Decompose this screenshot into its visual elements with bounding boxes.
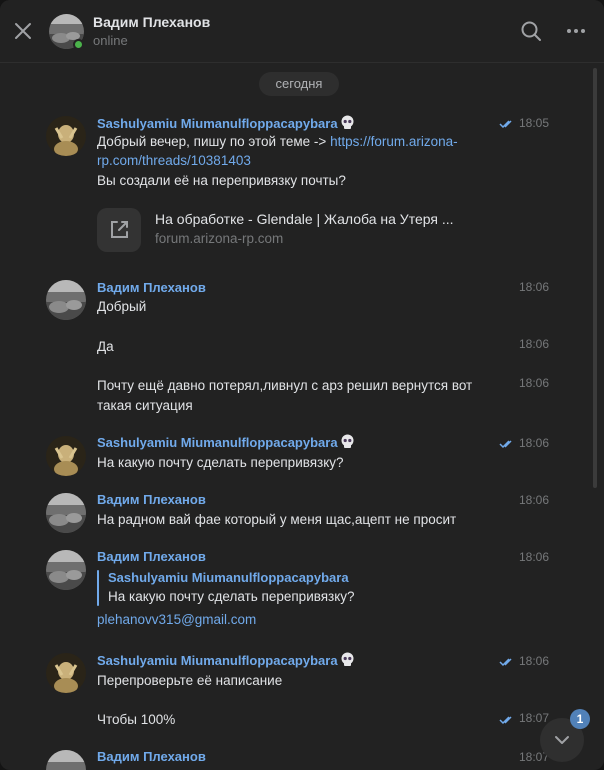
chat-header: Вадим Плеханов online (0, 0, 604, 63)
message-author[interactable]: Вадим Плеханов (97, 749, 206, 764)
message-text: Почту ещё давно потерял,ливнул с арз реш… (97, 378, 473, 393)
message-item: 18:06 Почту ещё давно потерял,ливнул с а… (0, 376, 604, 416)
link-preview-domain: forum.arizona-rp.com (155, 231, 284, 246)
avatar[interactable] (46, 653, 86, 693)
message-text-prefix: Добрый вечер, пишу по этой теме -> (97, 134, 331, 149)
message-group: Вадим Плеханов 18:07 (0, 748, 604, 770)
chat-title[interactable]: Вадим Плеханов (93, 14, 210, 30)
message-link[interactable]: https://forum.arizona- (330, 134, 458, 149)
read-status-icon (499, 440, 512, 449)
message-group: Вадим Плеханов 18:06 Sashulyamiu Miumanu… (0, 548, 604, 638)
avatar[interactable] (46, 550, 86, 590)
message-item: 18:06 Да (0, 337, 604, 357)
chat-status: online (93, 33, 128, 48)
message-link-continued[interactable]: rp.com/threads/10381403 (97, 151, 251, 171)
unread-count-badge: 1 (570, 709, 590, 729)
message-group: Sashulyamiu Miumanulfloppacapybara 18:06… (0, 651, 604, 693)
message-time: 18:06 (519, 436, 550, 450)
close-button[interactable] (12, 20, 34, 42)
online-indicator (73, 39, 84, 50)
link-preview-title: На обработке - Glendale | Жалоба на Утер… (155, 211, 454, 227)
skull-emoji (341, 115, 354, 129)
message-group: Вадим Плеханов 18:06 Добрый (0, 278, 604, 320)
scrollbar[interactable] (593, 68, 597, 488)
message-author[interactable]: Sashulyamiu Miumanulfloppacapybara (97, 435, 338, 450)
skull-emoji (341, 434, 354, 448)
message-text: Да (97, 339, 114, 354)
message-author[interactable]: Вадим Плеханов (97, 549, 206, 564)
search-icon (521, 21, 541, 41)
read-status-icon (499, 716, 512, 725)
message-time: 18:06 (519, 376, 550, 390)
message-group: Sashulyamiu Miumanulfloppacapybara 18:05… (0, 114, 604, 254)
avatar[interactable] (46, 436, 86, 476)
search-button[interactable] (520, 20, 542, 42)
message-text: Добрый вечер, пишу по этой теме -> https… (97, 132, 458, 152)
message-time: 18:06 (519, 337, 550, 351)
close-icon (15, 23, 31, 39)
message-time: 18:05 (519, 116, 550, 130)
skull-emoji (341, 652, 354, 666)
reply-quote-text[interactable]: На какую почту сделать перепривязку? (108, 587, 355, 607)
message-group: Sashulyamiu Miumanulfloppacapybara 18:06… (0, 434, 604, 476)
message-time: 18:06 (519, 493, 550, 507)
avatar[interactable] (46, 750, 86, 770)
read-status-icon (499, 658, 512, 667)
message-time: 18:06 (519, 280, 550, 294)
message-text: Добрый (97, 299, 147, 314)
message-history[interactable]: сегодня Sashulyamiu Miumanulfloppacapyba… (0, 64, 604, 770)
date-separator: сегодня (259, 72, 339, 96)
message-group: Вадим Плеханов 18:06 На радном вай фае к… (0, 491, 604, 533)
message-time: 18:06 (519, 550, 550, 564)
email-link[interactable]: plehanovv315@gmail.com (97, 610, 256, 630)
read-status-icon (499, 120, 512, 129)
reply-quote-author[interactable]: Sashulyamiu Miumanulfloppacapybara (108, 570, 349, 585)
link-preview-card[interactable]: На обработке - Glendale | Жалоба на Утер… (97, 205, 517, 255)
message-text: На радном вай фае который у меня щас,аце… (97, 512, 457, 527)
avatar[interactable] (46, 280, 86, 320)
link-preview-icon-box (97, 208, 141, 252)
message-text: такая ситуация (97, 398, 193, 413)
reply-quote-bar (97, 570, 99, 606)
avatar[interactable] (46, 493, 86, 533)
message-author[interactable]: Sashulyamiu Miumanulfloppacapybara (97, 116, 338, 131)
message-text: На какую почту сделать перепривязку? (97, 455, 344, 470)
message-author[interactable]: Вадим Плеханов (97, 492, 206, 507)
chat-window: Вадим Плеханов online сегодня Sashulyami… (0, 0, 604, 770)
external-link-icon (111, 221, 128, 238)
message-author[interactable]: Sashulyamiu Miumanulfloppacapybara (97, 653, 338, 668)
message-author[interactable]: Вадим Плеханов (97, 280, 206, 295)
message-time: 18:06 (519, 654, 550, 668)
more-button[interactable] (565, 20, 587, 42)
message-text: Чтобы 100% (97, 712, 176, 727)
avatar[interactable] (46, 116, 86, 156)
more-icon (567, 29, 585, 33)
message-text: Вы создали её на перепривязку почты? (97, 173, 346, 188)
message-item: 18:07 Чтобы 100% (0, 710, 604, 730)
message-text: Перепроверьте её написание (97, 673, 283, 688)
